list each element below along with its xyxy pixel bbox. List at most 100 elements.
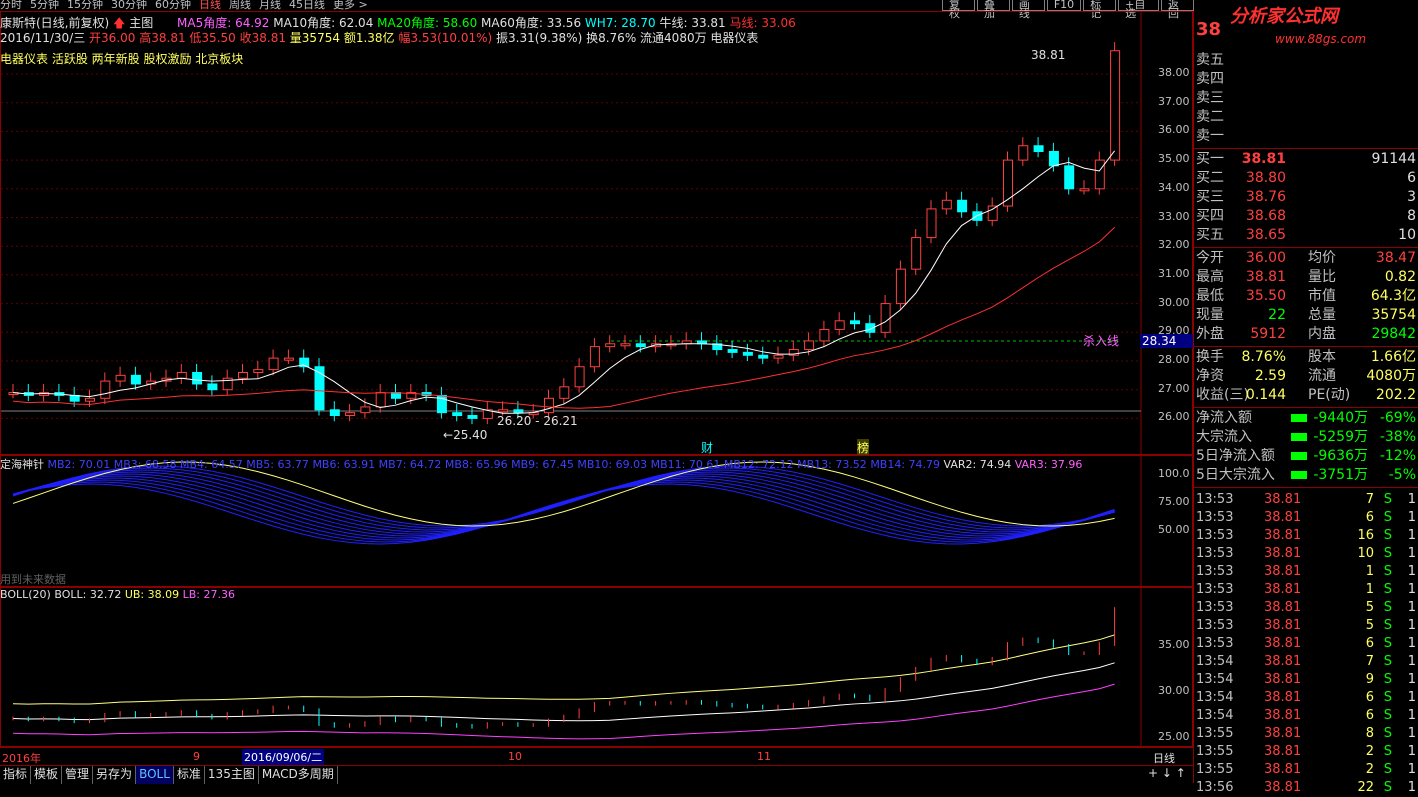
trade-count: 1: [1407, 546, 1416, 561]
trade-count: 1: [1407, 762, 1416, 777]
candle-body: [574, 366, 585, 388]
candle-body: [192, 371, 203, 385]
flow-pct: -38%: [1379, 429, 1416, 445]
toolbar-button-2[interactable]: 画线: [1011, 0, 1045, 19]
candle-body: [207, 383, 218, 391]
period-tab-4[interactable]: 60分钟: [155, 0, 191, 11]
main-chart-panel[interactable]: [0, 11, 1193, 455]
trade-count: 1: [1407, 528, 1416, 543]
bottom-tab-6[interactable]: 135主图: [205, 766, 259, 784]
stat-value: 2.59: [1254, 368, 1286, 384]
finance-marker[interactable]: 财: [701, 439, 713, 456]
trade-price: 38.81: [1264, 564, 1302, 579]
indicator-panel[interactable]: [0, 455, 1193, 587]
site-url: www.88gs.com: [1275, 32, 1367, 46]
stat-row: 今开 36.00 均价 38.47: [1196, 249, 1416, 268]
period-tab-0[interactable]: 分时: [0, 0, 22, 11]
trade-time: 13:53: [1196, 582, 1234, 597]
stat-value: 35.50: [1245, 288, 1286, 304]
flow-value: -3751万: [1313, 467, 1368, 483]
period-tab-5[interactable]: 日线: [199, 0, 221, 11]
sell-label: 卖三: [1196, 90, 1224, 106]
bottom-tab-0[interactable]: 指标: [0, 766, 32, 784]
low-value: 25.40: [453, 428, 488, 442]
trade-count: 1: [1407, 690, 1416, 705]
trade-price: 38.81: [1264, 546, 1302, 561]
mb6: MB6: 63.91: [312, 458, 376, 471]
main-marker-icon: 🡅: [113, 16, 126, 30]
period-tab-6[interactable]: 周线: [229, 0, 251, 11]
candle-body: [819, 328, 830, 342]
ohlc-low: 低35.50: [189, 31, 236, 45]
toolbar-button-0[interactable]: 复权: [942, 0, 975, 19]
trade-side: S: [1383, 636, 1392, 651]
toolbar-button-4[interactable]: 标记: [1083, 0, 1117, 19]
boll-chart[interactable]: [1, 588, 1192, 746]
trade-side: S: [1383, 690, 1392, 705]
sell-label: 卖五: [1196, 52, 1224, 68]
trade-row: 13:56 38.81 22 S 1: [1196, 779, 1416, 797]
candle-body: [635, 343, 646, 348]
bottom-tab-1[interactable]: 模板: [31, 766, 63, 784]
period-tab-7[interactable]: 月线: [259, 0, 281, 11]
candlestick-chart[interactable]: [1, 12, 1192, 454]
buy-label: 买三: [1196, 189, 1224, 205]
period-tab-8[interactable]: 45日线: [289, 0, 325, 11]
ma20-value: MA20角度: 58.60: [377, 16, 478, 30]
indicator-info: 定海神针 MB2: 70.01 MB3: 68.58 MB4: 64.57 MB…: [0, 456, 1082, 472]
zoom-controls[interactable]: + ↓ ↑: [1148, 766, 1186, 780]
candle-body: [1079, 188, 1090, 192]
stat-label: 收益(三): [1196, 387, 1249, 403]
candle-body: [804, 340, 815, 351]
flow-value: -9636万: [1313, 448, 1368, 464]
trade-time: 13:53: [1196, 528, 1234, 543]
stat-value: 22: [1268, 307, 1286, 323]
stat-value: 5912: [1250, 326, 1286, 342]
trade-row: 13:54 38.81 6 S 1: [1196, 707, 1416, 725]
candle-body: [85, 397, 95, 402]
toolbar-button-5[interactable]: +自选: [1118, 0, 1160, 19]
candle-body: [589, 346, 600, 368]
toolbar-button-1[interactable]: 叠加: [976, 0, 1010, 19]
toolbar-button-6[interactable]: 返回: [1161, 0, 1194, 19]
rank-marker[interactable]: 榜: [857, 439, 870, 456]
main-axis-tick: 34.00: [1158, 180, 1190, 194]
candle-body: [1018, 145, 1029, 161]
bottom-tab-2[interactable]: 管理: [62, 766, 94, 784]
trade-price: 38.81: [1264, 600, 1302, 615]
trade-count: 1: [1407, 726, 1416, 741]
main-axis-tick: 35.00: [1158, 152, 1190, 166]
bottom-tab-7[interactable]: MACD多周期: [259, 766, 338, 784]
buy-volume: 10: [1398, 227, 1416, 243]
dinghai-chart[interactable]: [1, 456, 1192, 586]
candle-body: [130, 374, 141, 385]
boll-panel[interactable]: [0, 587, 1193, 747]
stat-row: 净资 2.59 流通 4080万: [1196, 367, 1416, 386]
mb-line: [12, 467, 1115, 529]
flow-bar: [1291, 471, 1307, 479]
toolbar-button-3[interactable]: F10: [1046, 0, 1082, 11]
candle-body: [100, 380, 111, 399]
bottom-tab-4[interactable]: BOLL: [136, 766, 174, 784]
stat-label: 今开: [1196, 250, 1224, 266]
trade-side: S: [1383, 546, 1392, 561]
trade-time: 13:54: [1196, 690, 1234, 705]
boll-ub: UB: 38.09: [124, 588, 180, 601]
stat-label: 现量: [1196, 307, 1224, 323]
period-tab-9[interactable]: 更多 >: [333, 0, 368, 11]
buy-row: 买五 38.65 10: [1196, 226, 1416, 245]
boll-lb-line: [12, 683, 1115, 740]
candle-body: [926, 208, 937, 239]
period-tab-2[interactable]: 15分钟: [67, 0, 103, 11]
bottom-tab-5[interactable]: 标准: [174, 766, 205, 784]
trade-price: 38.81: [1264, 762, 1302, 777]
ohlc-turnover: 换8.76%: [586, 31, 637, 45]
ma-value: 马线: 33.06: [729, 16, 796, 30]
period-tab-1[interactable]: 5分钟: [30, 0, 59, 11]
period-tab-3[interactable]: 30分钟: [111, 0, 147, 11]
bottom-tab-bar: 指标 模板 管理 另存为 BOLL 标准 135主图 MACD多周期: [0, 765, 1193, 784]
buy-row: 买一 38.81 91144: [1196, 150, 1416, 169]
flow-bar: [1291, 414, 1307, 422]
buy-label: 买一: [1196, 151, 1224, 167]
bottom-tab-3[interactable]: 另存为: [93, 766, 137, 784]
